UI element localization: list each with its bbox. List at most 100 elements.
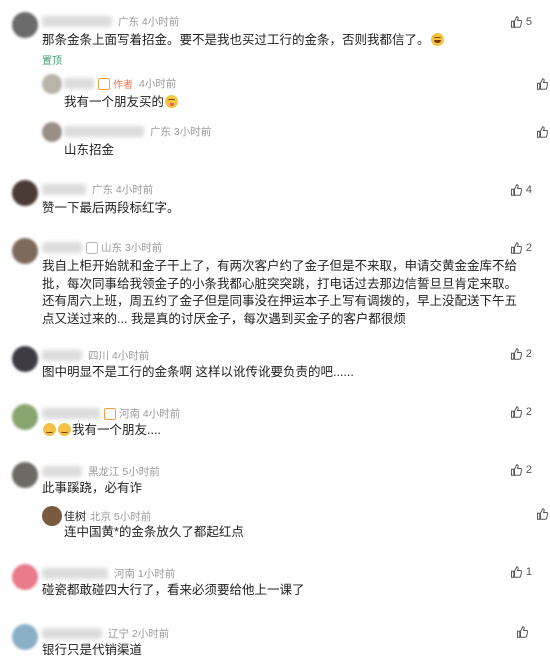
avatar[interactable] bbox=[12, 404, 38, 430]
reply-text: 连中国黄*的金条放久了都起红点 bbox=[64, 525, 244, 539]
thumbs-up-icon bbox=[510, 348, 522, 360]
reply: 佳树 北京 5小时前 连中国黄*的金条放久了都起红点 1 bbox=[38, 504, 548, 544]
comment: 河南 1小时前 碰瓷都敢碰四大行了，看来必须要给他上一课了 1 bbox=[0, 562, 550, 602]
like-button[interactable]: 1 bbox=[536, 78, 550, 90]
avatar[interactable] bbox=[12, 564, 38, 590]
comment-meta: 辽宁 2小时前 bbox=[42, 626, 169, 641]
timestamp: 2小时前 bbox=[131, 628, 170, 640]
comment-meta: 黑龙江 5小时前 bbox=[42, 464, 160, 479]
username-blurred[interactable] bbox=[42, 628, 102, 639]
location: 辽宁 bbox=[108, 628, 129, 640]
reply: 作者 4小时前 我有一个朋友买的 1 bbox=[38, 72, 548, 112]
username-blurred[interactable] bbox=[42, 16, 112, 27]
like-button[interactable]: 2 bbox=[510, 406, 532, 418]
avatar[interactable] bbox=[42, 74, 62, 94]
verified-icon bbox=[86, 241, 98, 254]
username-blurred[interactable] bbox=[64, 78, 94, 89]
comment-meta: 山东 3小时前 bbox=[42, 240, 162, 255]
timestamp: 5小时前 bbox=[122, 466, 160, 478]
like-button[interactable]: 1 bbox=[510, 566, 532, 578]
like-count: 5 bbox=[525, 16, 532, 28]
comment: 四川 4小时前 图中明显不是工行的金条啊 这样以讹传讹要负责的吧...... 2 bbox=[0, 344, 550, 384]
verified-icon bbox=[98, 77, 110, 90]
reply-username[interactable]: 佳树 bbox=[64, 508, 86, 524]
reply-text: 山东招金 bbox=[64, 143, 115, 157]
location: 广东 bbox=[118, 16, 139, 28]
timestamp: 3小时前 bbox=[173, 126, 212, 138]
timestamp: 4小时前 bbox=[115, 184, 154, 196]
reply: 广东 3小时前 山东招金 1 bbox=[38, 120, 548, 160]
location: 黑龙江 bbox=[88, 466, 120, 478]
thumbs-up-icon bbox=[536, 78, 548, 90]
like-button[interactable] bbox=[516, 626, 532, 638]
comment-meta: 河南 4小时前 bbox=[42, 406, 180, 421]
like-count: 2 bbox=[525, 348, 532, 360]
pinned-badge: 置顶 bbox=[42, 56, 62, 67]
like-button[interactable]: 2 bbox=[510, 348, 532, 360]
avatar[interactable] bbox=[12, 462, 38, 488]
timestamp: 4小时前 bbox=[111, 350, 150, 362]
emoji-icon bbox=[58, 423, 71, 436]
location: 广东 bbox=[92, 184, 113, 196]
comment: 辽宁 2小时前 银行只是代销渠道 bbox=[0, 622, 550, 662]
comment-meta: 广东 4小时前 bbox=[42, 182, 153, 197]
location: 河南 bbox=[119, 408, 140, 420]
comment: 广东 4小时前 赞一下最后两段标红字。 4 bbox=[0, 178, 550, 218]
reply-meta: 作者 4小时前 bbox=[64, 76, 176, 91]
timestamp: 1小时前 bbox=[137, 568, 176, 580]
timestamp: 4小时前 bbox=[139, 78, 177, 90]
like-count: 4 bbox=[525, 184, 532, 196]
comment-text: 此事蹊跷，必有诈 bbox=[42, 481, 143, 495]
avatar[interactable] bbox=[12, 12, 38, 38]
avatar[interactable] bbox=[42, 122, 62, 142]
thumbs-up-icon bbox=[510, 406, 522, 418]
thumbs-up-icon bbox=[536, 126, 548, 138]
comment: 山东 3小时前 我自上柜开始就和金子干上了，有两次客户约了金子但是不来取，申请交… bbox=[0, 236, 550, 326]
comment-text: 图中明显不是工行的金条啊 这样以讹传讹要负责的吧...... bbox=[42, 365, 354, 379]
like-button[interactable]: 5 bbox=[510, 16, 532, 28]
thumbs-up-icon bbox=[536, 508, 548, 520]
location: 山东 bbox=[101, 242, 122, 254]
location: 北京 bbox=[90, 510, 111, 523]
thumbs-up-icon bbox=[510, 464, 522, 476]
avatar[interactable] bbox=[12, 238, 38, 264]
reply-meta: 广东 3小时前 bbox=[64, 124, 211, 139]
comment-meta: 四川 4小时前 bbox=[42, 348, 149, 363]
avatar[interactable] bbox=[42, 506, 62, 526]
comment-text: 碰瓷都敢碰四大行了，看来必须要给他上一课了 bbox=[42, 583, 305, 597]
comment-meta: 河南 1小时前 bbox=[42, 566, 175, 581]
username-blurred[interactable] bbox=[42, 350, 82, 361]
timestamp: 4小时前 bbox=[142, 408, 181, 420]
username-blurred[interactable] bbox=[42, 242, 82, 253]
comment-text: 银行只是代销渠道 bbox=[42, 643, 143, 657]
username-blurred[interactable] bbox=[42, 466, 82, 477]
like-count: 2 bbox=[525, 406, 532, 418]
like-button[interactable]: 1 bbox=[536, 508, 550, 520]
avatar[interactable] bbox=[12, 624, 38, 650]
like-button[interactable]: 2 bbox=[510, 464, 532, 476]
comment-text-content: 我有一个朋友.... bbox=[72, 423, 161, 437]
username-blurred[interactable] bbox=[42, 568, 108, 579]
like-button[interactable]: 2 bbox=[510, 242, 532, 254]
reply-text-content: 我有一个朋友买的 bbox=[64, 95, 165, 109]
comment: 广东 4小时前 那条金条上面写着招金。要不是我也买过工行的金条，否则我都信了。 … bbox=[0, 10, 550, 70]
like-button[interactable]: 4 bbox=[510, 184, 532, 196]
username-blurred[interactable] bbox=[64, 126, 144, 137]
thumbs-up-icon bbox=[510, 184, 522, 196]
comment-text: 我自上柜开始就和金子干上了，有两次客户约了金子但是不来取，申请交黄金金库不给批，… bbox=[42, 259, 518, 326]
avatar[interactable] bbox=[12, 180, 38, 206]
comment-text: 那条金条上面写着招金。要不是我也买过工行的金条，否则我都信了。 bbox=[42, 32, 482, 50]
username-blurred[interactable] bbox=[42, 408, 100, 419]
comment: 黑龙江 5小时前 此事蹊跷，必有诈 2 bbox=[0, 460, 550, 500]
like-button[interactable]: 1 bbox=[536, 126, 550, 138]
emoji-icon bbox=[165, 95, 179, 108]
thumbs-up-icon bbox=[510, 242, 522, 254]
like-count: 1 bbox=[525, 566, 532, 578]
comment-text: 我有一个朋友.... bbox=[42, 422, 161, 440]
comment: 河南 4小时前 我有一个朋友.... 2 bbox=[0, 402, 550, 442]
avatar[interactable] bbox=[12, 346, 38, 372]
username-blurred[interactable] bbox=[42, 184, 86, 195]
location: 河南 bbox=[114, 568, 135, 580]
timestamp: 4小时前 bbox=[141, 16, 180, 28]
author-tag: 作者 bbox=[113, 80, 133, 91]
